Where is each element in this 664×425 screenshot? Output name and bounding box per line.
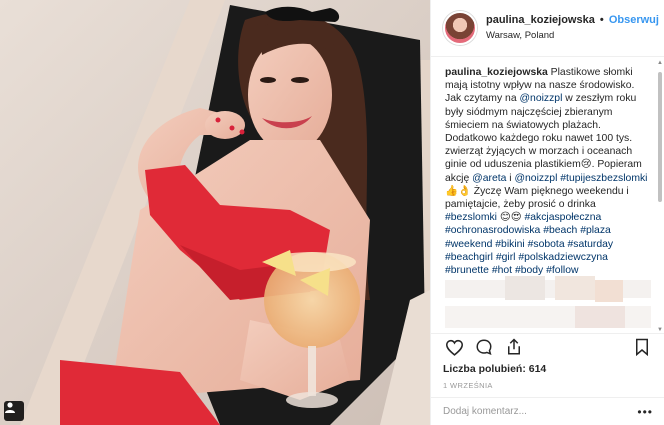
location-link[interactable]: Warsaw, Poland (486, 30, 659, 42)
caption-link[interactable]: #girl (496, 252, 516, 263)
follow-button[interactable]: Obserwuj (609, 14, 659, 26)
caption-text: Plastikowe słomki mają istotny wpływ na … (445, 67, 648, 276)
comment-input[interactable] (443, 406, 638, 417)
caption-text-segment: w zeszłym roku były siódmym najczęściej … (445, 93, 642, 184)
caption-link[interactable]: #brunette (445, 265, 489, 276)
heart-icon[interactable] (443, 336, 465, 358)
tagged-users-button[interactable] (4, 401, 24, 421)
caption-link[interactable]: #plaza (580, 225, 611, 236)
caption-text-segment: 😊😍 (496, 212, 525, 224)
post-photo[interactable] (0, 0, 430, 425)
instagram-post: paulina_koziejowska • Obserwuj Warsaw, P… (0, 0, 664, 425)
post-actions: Liczba polubień: 614 1 WRZEŚNIA ••• (431, 333, 664, 425)
header-username[interactable]: paulina_koziejowska (486, 14, 595, 26)
caption-link[interactable]: #akcjaspołeczna (524, 212, 601, 223)
caption-link[interactable]: #body (515, 265, 543, 276)
post-date[interactable]: 1 WRZEŚNIA (443, 381, 653, 390)
caption-link[interactable]: @noizzpl (520, 93, 563, 104)
caption-link[interactable]: #follow (546, 265, 578, 276)
bookmark-icon[interactable] (631, 336, 653, 358)
comments-preview-blurred (445, 276, 651, 332)
avatar[interactable] (443, 11, 477, 45)
share-icon[interactable] (503, 336, 525, 358)
caption-link[interactable]: #saturday (568, 239, 614, 250)
caption-username[interactable]: paulina_koziejowska (445, 67, 548, 78)
comment-bar: ••• (431, 397, 664, 425)
caption-scrollbar[interactable]: ▲ ▼ (657, 58, 663, 333)
post-header: paulina_koziejowska • Obserwuj Warsaw, P… (431, 0, 664, 57)
more-options-icon[interactable]: ••• (637, 405, 653, 419)
caption-link[interactable]: @areta (472, 173, 506, 184)
header-separator: • (599, 14, 604, 27)
post-sidebar: paulina_koziejowska • Obserwuj Warsaw, P… (430, 0, 664, 425)
likes-count[interactable]: Liczba polubień: 614 (443, 363, 653, 375)
caption-text-segment: 👍👌 Życzę Wam pięknego weekendu i pamięta… (445, 185, 629, 211)
caption-link[interactable]: @noizzpl (514, 173, 557, 184)
caption-link[interactable]: #beach (543, 225, 577, 236)
scrollbar-thumb[interactable] (658, 72, 662, 202)
caption-link[interactable]: #hot (492, 265, 512, 276)
caption-link[interactable]: #polskadziewczyna (518, 252, 608, 263)
photo-illustration (0, 0, 430, 425)
caption-link[interactable]: #weekend (445, 239, 492, 250)
caption-link[interactable]: #tupijeszbezslomki (560, 173, 647, 184)
scroll-up-icon[interactable]: ▲ (657, 60, 663, 66)
person-icon (5, 402, 15, 413)
caption-link[interactable]: #bezslomki (445, 212, 497, 223)
caption-link[interactable]: #beachgirl (445, 252, 493, 263)
caption-link[interactable]: #bikini (495, 239, 524, 250)
caption-link[interactable]: #sobota (528, 239, 565, 250)
caption-link[interactable]: #ochronasrodowiska (445, 225, 540, 236)
post-caption: paulina_koziejowska Plastikowe słomki ma… (445, 66, 649, 277)
comment-icon[interactable] (473, 336, 495, 358)
